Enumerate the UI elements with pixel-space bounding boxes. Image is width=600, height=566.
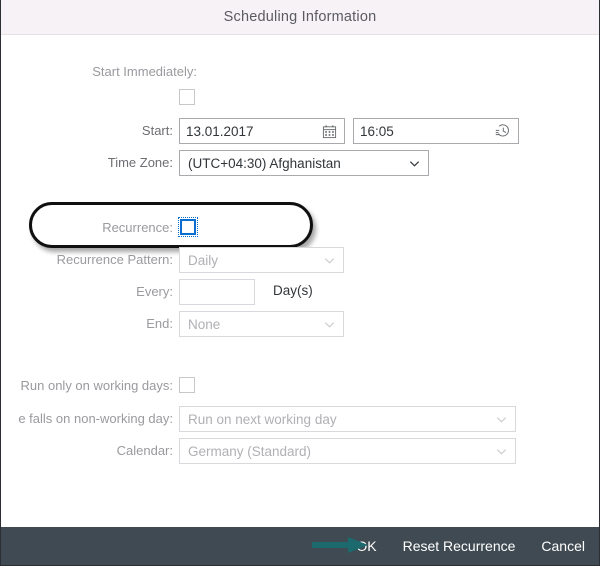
chevron-down-icon[interactable] — [493, 443, 509, 459]
non-working-day-label: e falls on non-working day: — [18, 410, 173, 426]
start-date-input[interactable]: 13.01.2017 — [179, 118, 345, 144]
run-only-working-days-label: Run only on working days: — [20, 377, 173, 393]
run-only-working-days-row: Run only on working days: — [1, 373, 173, 397]
scheduling-information-dialog: Scheduling Information Start Immediately… — [0, 0, 600, 566]
calendar-row: Calendar: — [1, 438, 173, 462]
every-unit-label: Day(s) — [273, 283, 313, 298]
recurrence-checkbox[interactable] — [178, 217, 198, 237]
start-immediately-row: Start Immediately: — [1, 59, 197, 83]
every-label: Every: — [136, 283, 173, 299]
chevron-down-icon[interactable] — [321, 316, 337, 332]
time-zone-select[interactable]: (UTC+04:30) Afghanistan — [179, 150, 429, 176]
cancel-button[interactable]: Cancel — [541, 538, 585, 554]
recurrence-pattern-label: Recurrence Pattern: — [56, 251, 173, 267]
end-select[interactable]: None — [179, 311, 344, 337]
recurrence-label: Recurrence: — [102, 219, 173, 235]
start-time-input[interactable]: 16:05 — [353, 118, 519, 144]
start-date-value: 13.01.2017 — [186, 123, 254, 139]
time-zone-value: (UTC+04:30) Afghanistan — [188, 155, 341, 171]
end-value: None — [188, 316, 221, 332]
run-only-working-days-checkbox[interactable] — [179, 377, 195, 393]
chevron-down-icon[interactable] — [321, 252, 337, 268]
start-immediately-label: Start Immediately: — [92, 63, 197, 79]
calendar-label: Calendar: — [116, 442, 173, 458]
every-row: Every: — [1, 279, 173, 303]
non-working-day-select[interactable]: Run on next working day — [179, 406, 516, 432]
recurrence-row: Recurrence: — [1, 215, 173, 239]
recurrence-pattern-select[interactable]: Daily — [179, 247, 344, 273]
calendar-icon[interactable] — [320, 122, 338, 140]
recurrence-pattern-row: Recurrence Pattern: — [1, 247, 173, 271]
dialog-header: Scheduling Information — [1, 0, 599, 35]
end-row: End: — [1, 311, 173, 335]
start-row: Start: — [1, 118, 173, 142]
page-title: Scheduling Information — [223, 9, 377, 25]
start-time-value: 16:05 — [360, 123, 394, 139]
chevron-down-icon[interactable] — [493, 411, 509, 427]
non-working-day-row: e falls on non-working day: — [1, 406, 173, 430]
reset-recurrence-button[interactable]: Reset Recurrence — [403, 538, 516, 554]
clock-history-icon[interactable] — [494, 122, 512, 140]
calendar-value: Germany (Standard) — [188, 443, 312, 459]
calendar-select[interactable]: Germany (Standard) — [179, 438, 516, 464]
start-label: Start: — [141, 122, 173, 138]
time-zone-row: Time Zone: — [1, 150, 173, 174]
ok-button[interactable]: OK — [356, 538, 376, 554]
every-input[interactable] — [179, 279, 255, 305]
time-zone-label: Time Zone: — [107, 154, 173, 170]
recurrence-pattern-value: Daily — [188, 252, 219, 268]
start-immediately-checkbox[interactable] — [179, 89, 195, 105]
dialog-footer: OK Reset Recurrence Cancel — [1, 527, 599, 565]
form-body: Start Immediately: Start: 13.01.2017 16:… — [1, 35, 599, 527]
chevron-down-icon[interactable] — [406, 155, 422, 171]
end-label: End: — [146, 315, 173, 331]
non-working-day-value: Run on next working day — [188, 411, 337, 427]
